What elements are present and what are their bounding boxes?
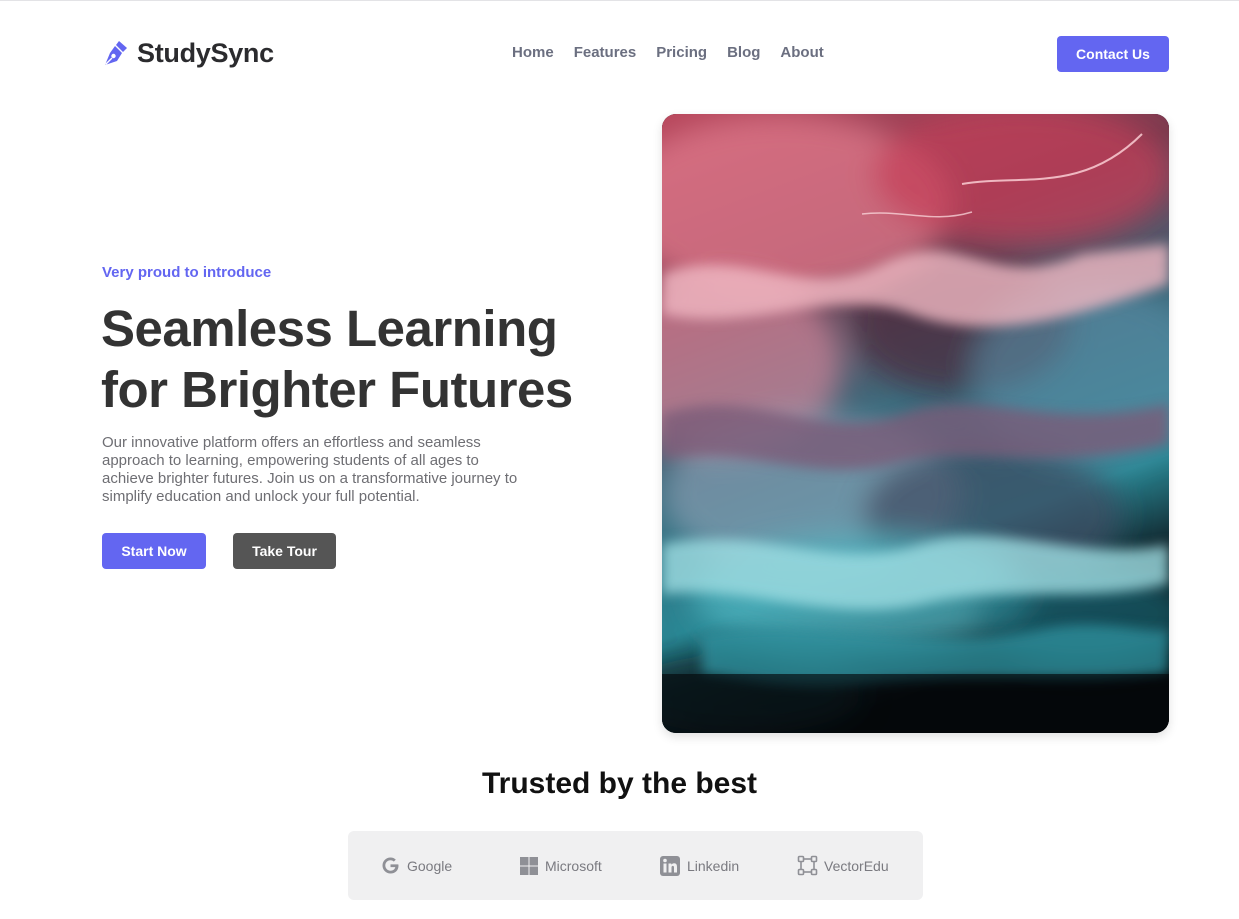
hero-eyebrow: Very proud to introduce — [102, 264, 272, 281]
main-nav: Home Features Pricing Blog About — [512, 44, 824, 61]
partner-logos-bar: Google Microsoft Linkedin VectorEdu — [348, 831, 923, 900]
trusted-title: Trusted by the best — [481, 767, 758, 800]
partner-name: VectorEdu — [824, 857, 889, 874]
vector-square-icon — [797, 855, 818, 876]
hero-headline: Seamless Learning for Brighter Futures — [101, 298, 641, 420]
hero-cta-group: Start Now Take Tour — [102, 533, 336, 569]
brand-name: StudySync — [137, 38, 274, 68]
hero-description: Our innovative platform offers an effort… — [102, 434, 518, 505]
nav-blog[interactable]: Blog — [727, 44, 760, 61]
partner-name: Google — [407, 857, 453, 874]
partner-logo-linkedin: Linkedin — [659, 831, 739, 900]
linkedin-icon — [660, 855, 680, 876]
hero-image — [662, 114, 1169, 733]
start-now-button[interactable]: Start Now — [102, 533, 206, 569]
nav-about[interactable]: About — [780, 44, 823, 61]
nav-features[interactable]: Features — [574, 44, 637, 61]
hero-headline-line-1: Seamless Learning — [101, 300, 558, 357]
abstract-ink-artwork — [662, 114, 1169, 733]
partner-logo-vectoredu: VectorEdu — [797, 831, 889, 900]
nav-pricing[interactable]: Pricing — [656, 44, 707, 61]
site-header: StudySync Home Features Pricing Blog Abo… — [0, 0, 1239, 108]
pen-nib-icon — [105, 41, 127, 65]
partner-logo-google: Google — [380, 831, 452, 900]
nav-home[interactable]: Home — [512, 44, 554, 61]
take-tour-button[interactable]: Take Tour — [233, 533, 336, 569]
contact-us-button[interactable]: Contact Us — [1057, 36, 1169, 72]
windows-icon — [520, 856, 538, 875]
hero-headline-line-2: for Brighter Futures — [101, 361, 573, 418]
google-icon — [382, 857, 399, 874]
brand-logo[interactable]: StudySync — [102, 38, 274, 69]
partner-name: Microsoft — [545, 857, 602, 874]
partner-name: Linkedin — [687, 857, 740, 874]
partner-logo-microsoft: Microsoft — [519, 831, 602, 900]
